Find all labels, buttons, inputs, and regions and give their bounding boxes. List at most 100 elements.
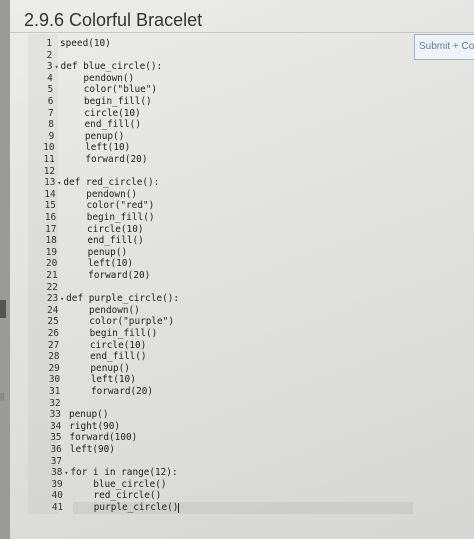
code-line[interactable]: 16 begin_fill() <box>32 212 412 224</box>
code-editor[interactable]: 1 speed(10) 2 3 ▾ def blue_circle(): 4 pendown… <box>28 34 414 514</box>
code-line[interactable]: 3 ▾ def blue_circle(): <box>29 61 409 73</box>
code-line[interactable]: 23 ▾ def purple_circle(): <box>34 293 414 305</box>
code-line[interactable]: 33 penup() <box>37 409 417 421</box>
submit-continue-button[interactable]: Submit + Con <box>414 34 474 60</box>
code-text: penup() <box>90 362 130 374</box>
line-number: 14 <box>44 188 56 200</box>
code-text: forward(20) <box>90 386 154 397</box>
line-number: 35 <box>50 432 62 444</box>
code-text: speed(10) <box>60 38 111 49</box>
line-number: 19 <box>45 246 58 258</box>
code-line[interactable]: 25 color("purple") <box>35 316 415 328</box>
code-line[interactable]: 26 begin_fill() <box>35 328 415 340</box>
code-line[interactable]: 41 purple_circle() <box>39 502 419 514</box>
line-number: 24 <box>47 304 59 316</box>
code-line[interactable]: 21 forward(20) <box>34 270 414 282</box>
code-text: end_fill() <box>84 119 141 131</box>
code-line[interactable]: 4 pendown() <box>29 73 409 85</box>
code-text: purple_circle() <box>93 502 179 513</box>
code-line[interactable]: 15 color("red") <box>32 200 412 212</box>
line-number: 23 <box>46 293 59 305</box>
sidebar-toggle-handle[interactable] <box>0 300 6 318</box>
code-line[interactable]: 1 speed(10) <box>28 38 408 50</box>
code-line[interactable]: 32 <box>37 398 417 410</box>
code-line[interactable]: 10 left(10) <box>31 142 411 154</box>
code-line[interactable]: 17 circle(10) <box>32 224 412 236</box>
code-text: end_fill() <box>90 351 147 363</box>
code-text: penup() <box>87 246 128 258</box>
code-text: begin_fill() <box>89 328 158 339</box>
code-line[interactable]: 6 begin_fill() <box>29 96 409 108</box>
line-number: 33 <box>49 409 61 421</box>
code-line[interactable]: 8 end_fill() <box>30 119 410 131</box>
code-line[interactable]: 35 forward(100) <box>38 432 418 444</box>
code-text: pendown() <box>86 188 138 200</box>
code-line[interactable]: 11 forward(20) <box>31 154 411 166</box>
line-number: 4 <box>47 72 53 84</box>
line-number: 16 <box>44 212 57 223</box>
line-number: 34 <box>49 420 62 432</box>
line-number: 40 <box>51 490 63 502</box>
code-text: blue_circle() <box>93 478 167 490</box>
line-number: 25 <box>47 316 59 328</box>
code-line[interactable]: 34 right(90) <box>37 421 417 433</box>
line-number: 2 <box>46 49 53 61</box>
code-text: begin_fill() <box>86 212 155 223</box>
code-line[interactable]: 2 <box>28 50 408 62</box>
line-number: 13 <box>44 177 56 189</box>
line-number: 41 <box>51 502 64 513</box>
line-number: 20 <box>46 258 58 270</box>
code-text: pendown() <box>89 304 140 316</box>
line-number: 29 <box>48 362 60 374</box>
code-line[interactable]: 31 forward(20) <box>36 386 416 398</box>
code-text: left(10) <box>87 258 134 270</box>
code-line[interactable]: 27 circle(10) <box>35 340 415 352</box>
code-line[interactable]: 14 pendown() <box>32 189 412 201</box>
code-line[interactable]: 13 ▾ def red_circle(): <box>31 177 411 189</box>
code-line[interactable]: 7 circle(10) <box>30 108 410 120</box>
line-number: 10 <box>43 142 55 154</box>
code-text: for i in range(12): <box>70 467 178 479</box>
code-line[interactable]: 9 penup() <box>30 131 410 143</box>
code-line[interactable]: 29 penup() <box>36 363 416 375</box>
code-line[interactable]: 28 end_fill() <box>36 351 416 363</box>
line-number: 36 <box>50 444 62 455</box>
resize-grip-icon[interactable]: || <box>0 392 6 402</box>
line-number: 30 <box>48 374 61 386</box>
code-line[interactable]: 30 left(10) <box>36 374 416 386</box>
code-text: forward(20) <box>85 154 148 165</box>
code-line[interactable]: 39 blue_circle() <box>39 479 419 491</box>
code-line[interactable]: 38 ▾ for i in range(12): <box>38 467 418 479</box>
code-line[interactable]: 5 color("blue") <box>29 84 409 96</box>
screenshot: || 2.9.6 Colorful Bracelet Submit + Con … <box>0 0 474 539</box>
code-line[interactable]: 18 end_fill() <box>33 235 413 247</box>
code-text: penup() <box>84 130 125 142</box>
code-line[interactable]: 20 left(10) <box>33 258 413 270</box>
code-line[interactable]: 40 red_circle() <box>39 490 419 502</box>
code-line[interactable]: 22 <box>34 282 414 294</box>
code-text: penup() <box>68 409 109 421</box>
code-line[interactable]: 12 <box>31 166 411 178</box>
code-text: pendown() <box>83 72 135 84</box>
code-text: color("blue") <box>83 84 158 96</box>
code-line[interactable]: 24 pendown() <box>34 305 414 317</box>
code-line[interactable]: 19 penup() <box>33 247 413 259</box>
code-line[interactable]: 37 <box>38 456 418 468</box>
code-line[interactable]: 36 left(90) <box>38 444 418 456</box>
